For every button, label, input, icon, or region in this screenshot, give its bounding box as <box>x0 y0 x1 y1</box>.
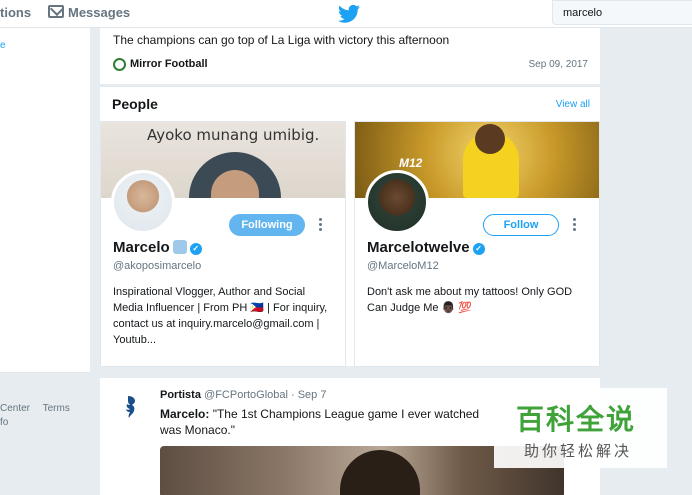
more-options-icon[interactable] <box>573 218 577 232</box>
verified-badge-icon: ✓ <box>189 243 202 255</box>
banner-head-graphic <box>475 124 505 154</box>
follow-button[interactable]: Follow <box>483 214 559 236</box>
following-button[interactable]: Following <box>229 214 305 236</box>
search-input[interactable] <box>552 0 692 25</box>
tweet-text: The champions can go top of La Liga with… <box>113 33 450 47</box>
tweet-source[interactable]: Mirror Football <box>130 58 208 70</box>
left-card: e <box>0 28 90 373</box>
banner-text: Ayoko munang umibig. <box>147 126 320 144</box>
watermark-subtitle: 助你轻松解决 <box>524 442 633 460</box>
user-name[interactable]: Marcelotwelve <box>367 239 470 256</box>
footer-link-info[interactable]: fo <box>0 417 8 428</box>
watermark: 百科全说 助你轻松解决 <box>494 388 667 468</box>
user-bio: Inspirational Vlogger, Author and Social… <box>113 286 328 346</box>
left-sidebar: e Center Terms fo <box>0 28 90 495</box>
footer-link-center[interactable]: Center <box>0 403 30 414</box>
tweet-meta[interactable]: @FCPortoGlobal · Sep 7 <box>204 389 326 401</box>
user-handle[interactable]: @MarceloM12 <box>367 260 439 272</box>
banner-logo: M12 <box>399 156 423 170</box>
messages-icon[interactable] <box>48 5 64 18</box>
avatar[interactable] <box>111 170 175 234</box>
seahorse-avatar-icon[interactable] <box>120 394 140 420</box>
verified-badge-icon: ✓ <box>472 243 485 255</box>
watermark-title: 百科全说 <box>516 403 637 436</box>
people-title: People <box>112 96 158 112</box>
user-name-row[interactable]: Marcelotwelve ✓ <box>367 239 485 256</box>
user-handle[interactable]: @akoposimarcelo <box>113 260 201 272</box>
tweet-date: Sep 09, 2017 <box>528 59 589 70</box>
mirror-football-logo-icon <box>113 58 126 71</box>
avatar[interactable] <box>365 170 429 234</box>
view-all-link[interactable]: View all <box>556 99 590 110</box>
tweet-body-bold: Marcelo: <box>160 407 210 421</box>
more-options-icon[interactable] <box>319 218 323 232</box>
people-module: People View all Ayoko munang umibig. Fol… <box>100 86 600 367</box>
user-bio: Don't ask me about my tattoos! Only GOD … <box>367 286 573 314</box>
footer-link-terms[interactable]: Terms <box>43 403 70 414</box>
user-card-marcelom12[interactable]: M12 Follow Marcelotwelve ✓ @MarceloM12 Do… <box>354 121 600 367</box>
tweet-mirror-football[interactable]: The champions can go top of La Liga with… <box>100 28 600 84</box>
tweet-author[interactable]: Portista <box>160 389 201 401</box>
top-navigation: tions Messages <box>0 0 692 28</box>
tweet-header: Portista @FCPortoGlobal · Sep 7 <box>160 389 326 401</box>
nav-messages[interactable]: Messages <box>68 5 130 20</box>
user-name[interactable]: Marcelo <box>113 239 170 256</box>
nav-notifications[interactable]: tions <box>0 5 31 20</box>
user-card-akoposimarcelo[interactable]: Ayoko munang umibig. Following Marcelo ✓ … <box>100 121 346 367</box>
user-name-row[interactable]: Marcelo ✓ <box>113 239 202 256</box>
emoji-icon <box>172 240 187 254</box>
twitter-bird-icon[interactable] <box>338 4 360 24</box>
footer-links: Center Terms fo <box>0 402 80 430</box>
tweet-body: Marcelo: "The 1st Champions League game … <box>160 406 500 438</box>
sidebar-link[interactable]: e <box>0 40 6 51</box>
